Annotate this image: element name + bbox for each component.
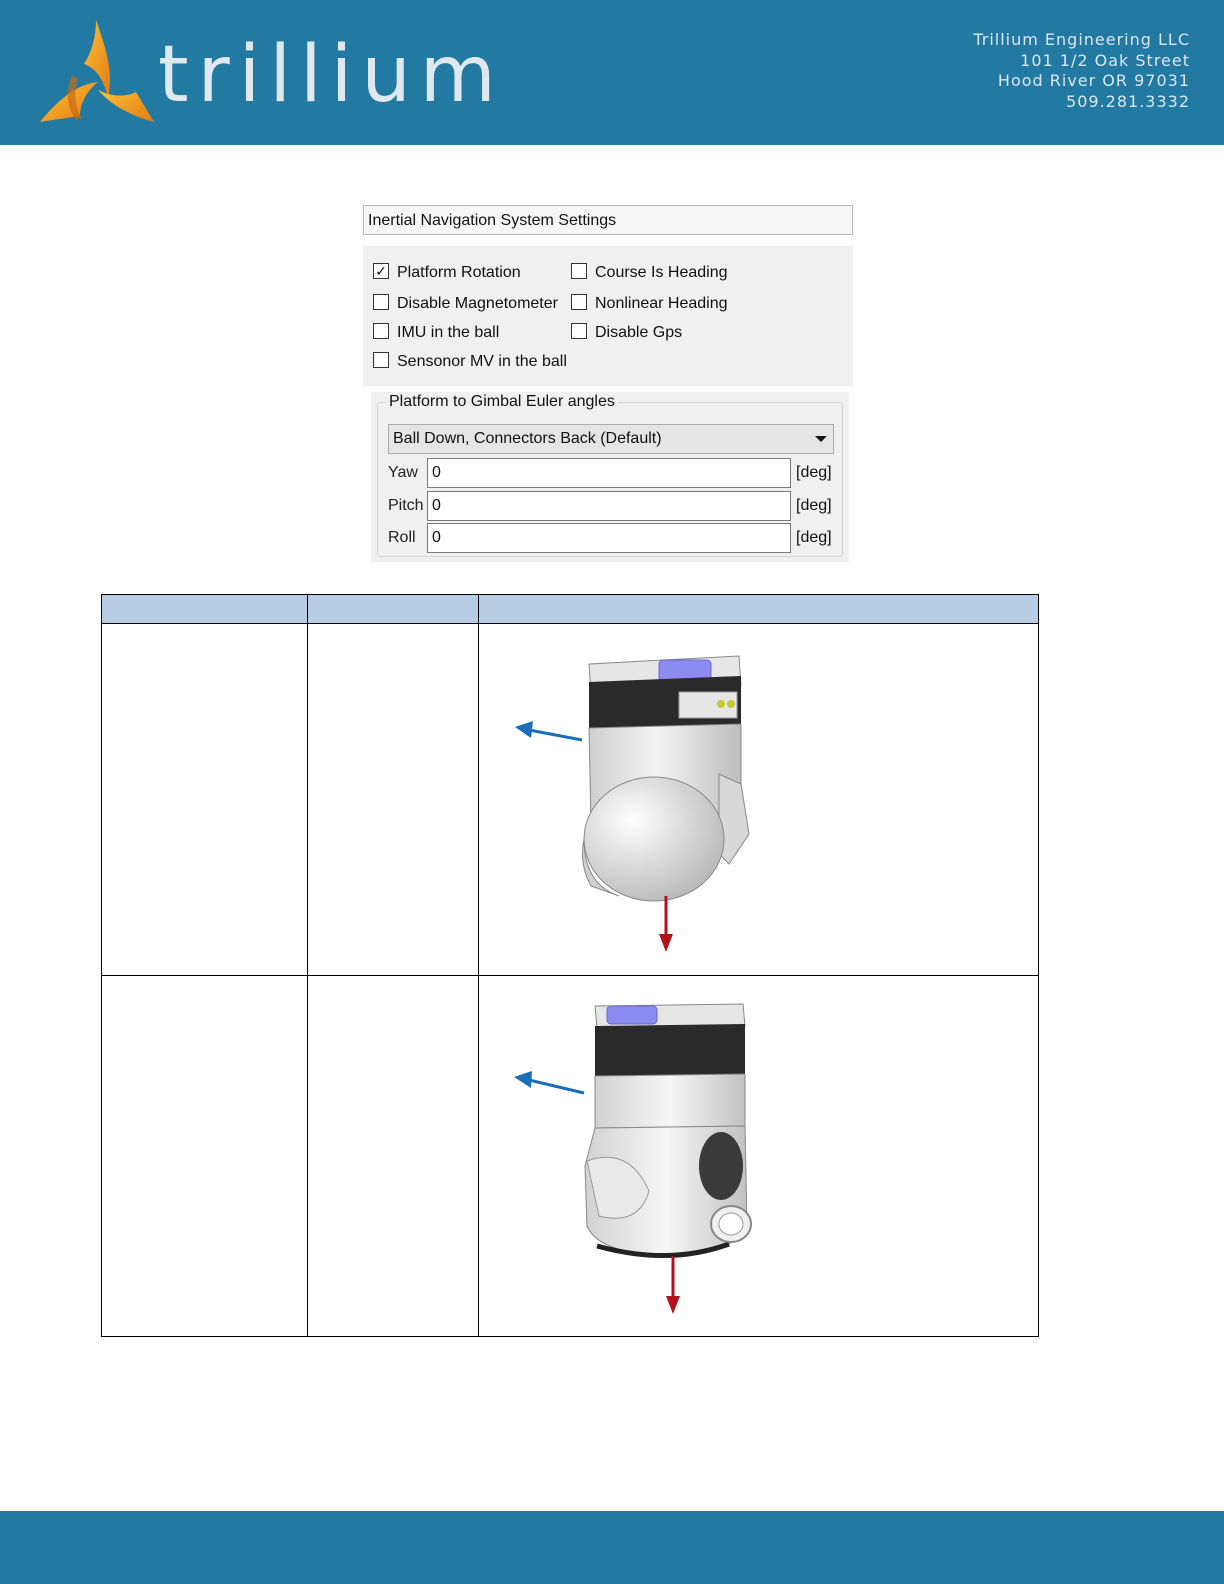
pitch-label: Pitch xyxy=(388,497,424,514)
unchecked-icon[interactable] xyxy=(373,322,389,339)
checkbox-nonlinear-heading[interactable]: Nonlinear Heading xyxy=(571,293,728,314)
roll-input[interactable]: 0 xyxy=(427,523,791,553)
page-header: trillium Trillium Engineering LLC 101 1/… xyxy=(0,0,1224,145)
table-cell xyxy=(101,975,308,1337)
dropdown-value: Ball Down, Connectors Back (Default) xyxy=(393,430,662,447)
page-footer xyxy=(0,1511,1224,1584)
table-cell xyxy=(478,623,1039,976)
checkbox-label: Disable Gps xyxy=(595,324,683,341)
checkbox-label: Sensonor MV in the ball xyxy=(397,353,567,370)
unchecked-icon[interactable] xyxy=(373,351,389,368)
address-line: 101 1/2 Oak Street xyxy=(1020,50,1190,70)
company-address: Trillium Engineering LLC 101 1/2 Oak Str… xyxy=(973,30,1190,112)
checkbox-disable-magnetometer[interactable]: Disable Magnetometer xyxy=(373,293,558,314)
table-header-row xyxy=(101,594,1039,624)
checkbox-label: IMU in the ball xyxy=(397,324,500,341)
roll-unit: [deg] xyxy=(796,529,832,546)
table-cell xyxy=(307,975,479,1337)
table-header-cell xyxy=(101,594,308,624)
checkbox-sensonor-mv-in-the-ball[interactable]: Sensonor MV in the ball xyxy=(373,351,567,372)
checkbox-label: Disable Magnetometer xyxy=(397,295,558,312)
table-cell xyxy=(101,623,308,976)
orientation-dropdown[interactable]: Ball Down, Connectors Back (Default) xyxy=(388,424,834,454)
gimbal-ball-down-image xyxy=(515,655,750,952)
phone-number: 509.281.3332 xyxy=(1066,91,1190,111)
table-cell xyxy=(478,975,1039,1337)
unchecked-icon[interactable] xyxy=(373,293,389,310)
pitch-unit: [deg] xyxy=(796,497,832,514)
table-header-cell xyxy=(307,594,479,624)
table-header-cell xyxy=(478,594,1039,624)
yaw-input[interactable]: 0 xyxy=(427,458,791,488)
trillium-logo-icon xyxy=(40,20,154,122)
address-line: Hood River OR 97031 xyxy=(997,71,1190,90)
group-title: Platform to Gimbal Euler angles xyxy=(386,392,618,412)
checkbox-disable-gps[interactable]: Disable Gps xyxy=(571,322,683,343)
yaw-label: Yaw xyxy=(388,464,418,481)
pitch-input[interactable]: 0 xyxy=(427,491,791,521)
table-cell xyxy=(307,623,479,976)
unchecked-icon[interactable] xyxy=(571,262,587,279)
yaw-unit: [deg] xyxy=(796,464,832,481)
dropdown-arrow-icon[interactable] xyxy=(815,436,827,442)
checkbox-course-is-heading[interactable]: Course Is Heading xyxy=(571,262,728,283)
gimbal-ball-side-image xyxy=(514,1003,752,1314)
checkbox-imu-in-the-ball[interactable]: IMU in the ball xyxy=(373,322,500,343)
checkbox-label: Course Is Heading xyxy=(595,264,728,281)
brand-wordmark: trillium xyxy=(158,30,505,120)
checked-icon[interactable]: ✓ xyxy=(373,262,389,279)
roll-label: Roll xyxy=(388,529,416,546)
unchecked-icon[interactable] xyxy=(571,293,587,310)
checkbox-label: Platform Rotation xyxy=(397,264,521,281)
euler-angles-group: Platform to Gimbal Euler angles Ball Dow… xyxy=(371,392,849,562)
table-row xyxy=(101,975,1039,1337)
unchecked-icon[interactable] xyxy=(571,322,587,339)
orientation-table xyxy=(101,594,1039,1337)
ins-settings-title: Inertial Navigation System Settings xyxy=(363,205,853,235)
ins-options: ✓ Platform Rotation Course Is Heading Dis… xyxy=(363,246,853,386)
address-line: Trillium Engineering LLC xyxy=(973,30,1190,49)
checkbox-label: Nonlinear Heading xyxy=(595,295,728,312)
checkbox-platform-rotation[interactable]: ✓ Platform Rotation xyxy=(373,262,521,283)
table-row xyxy=(101,623,1039,976)
ins-settings-panel: Inertial Navigation System Settings ✓ Pla… xyxy=(363,205,858,565)
